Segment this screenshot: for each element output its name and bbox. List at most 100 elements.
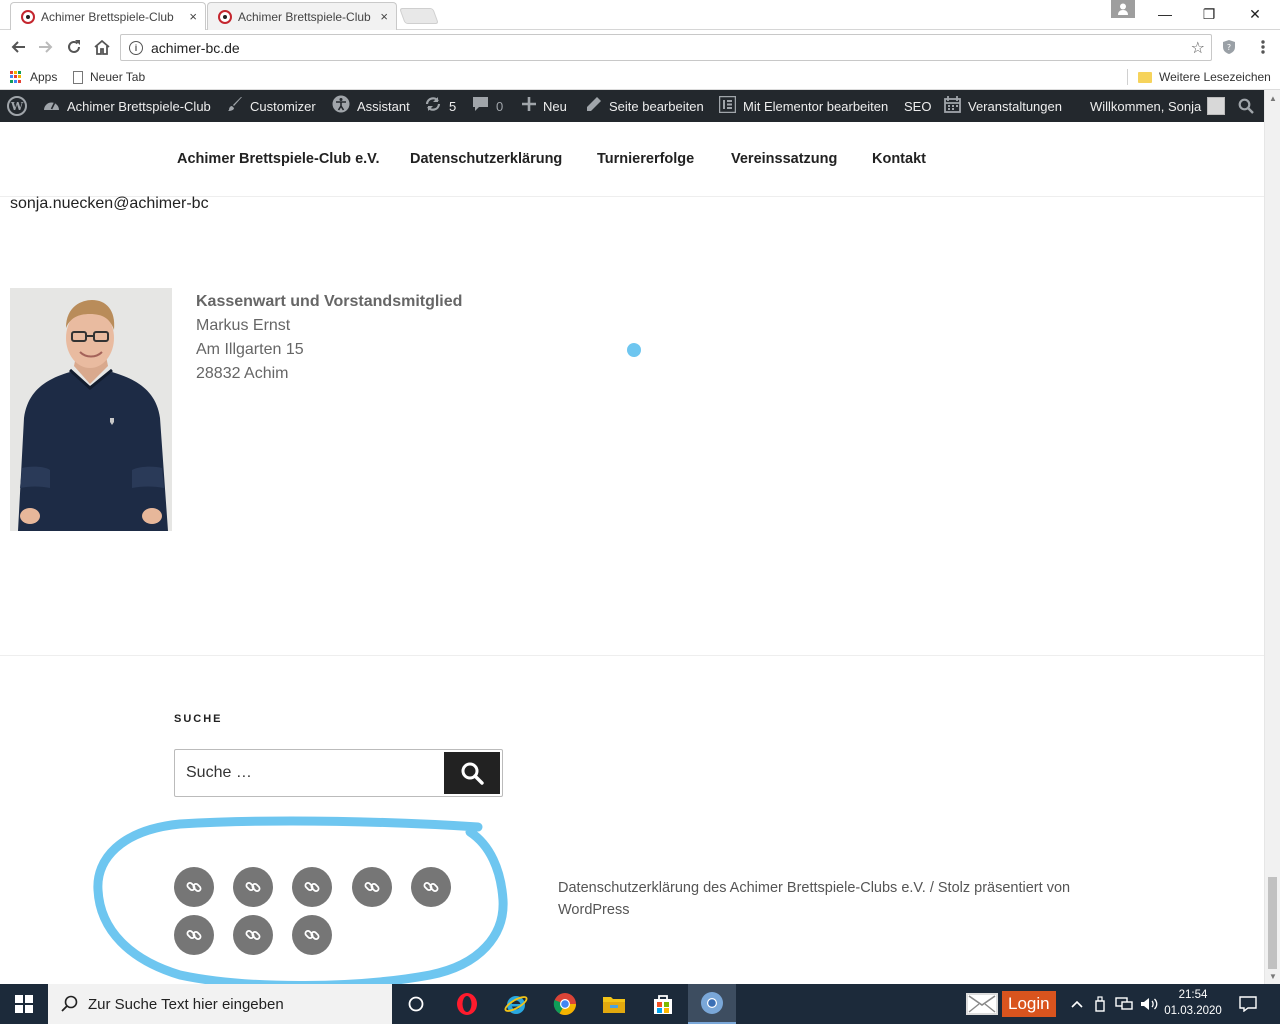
chrome-icon[interactable] xyxy=(541,984,589,1024)
minimize-button[interactable]: — xyxy=(1143,0,1187,28)
search-input[interactable] xyxy=(175,750,443,796)
footer-divider xyxy=(0,655,1264,656)
adminbar-assistant[interactable]: Assistant xyxy=(332,90,410,122)
wp-logo-icon[interactable]: W xyxy=(7,90,27,122)
nav-item-kontakt[interactable]: Kontakt xyxy=(872,151,926,167)
social-link-5[interactable] xyxy=(411,867,451,907)
browser-tab-2[interactable]: Achimer Brettspiele-Club × xyxy=(207,2,397,30)
apps-grid-icon xyxy=(10,70,23,84)
social-link-4[interactable] xyxy=(352,867,392,907)
chain-link-icon xyxy=(245,930,261,940)
home-icon[interactable] xyxy=(91,36,113,58)
taskbar-search-input[interactable] xyxy=(88,995,378,1013)
social-link-6[interactable] xyxy=(174,915,214,955)
maximize-button[interactable]: ❐ xyxy=(1187,0,1231,28)
dashboard-icon xyxy=(43,97,60,116)
close-window-button[interactable]: ✕ xyxy=(1233,0,1277,28)
adminbar-updates[interactable]: 5 xyxy=(424,90,456,122)
contact-email[interactable]: sonja.nuecken@achimer-bc xyxy=(10,195,209,213)
volume-icon[interactable] xyxy=(1139,984,1159,1024)
accessibility-icon xyxy=(332,95,350,117)
comment-bubble-icon xyxy=(472,96,489,116)
search-submit-button[interactable] xyxy=(444,752,500,794)
bookmark-new-tab[interactable]: Neuer Tab xyxy=(73,68,145,86)
forward-icon[interactable] xyxy=(35,36,57,58)
file-explorer-icon[interactable] xyxy=(590,984,638,1024)
nav-item-home[interactable]: Achimer Brettspiele-Club e.V. xyxy=(177,151,380,167)
social-link-1[interactable] xyxy=(174,867,214,907)
extension-shield-icon[interactable]: ? xyxy=(1218,36,1240,58)
updates-count: 5 xyxy=(449,98,457,114)
usb-device-icon[interactable] xyxy=(1092,984,1108,1024)
menu-kebab-icon[interactable] xyxy=(1252,36,1274,58)
calendar-icon xyxy=(944,95,961,117)
member-contact-card: Kassenwart und Vorstandsmitglied Markus … xyxy=(196,290,462,386)
privacy-policy-link[interactable]: Datenschutzerklärung des Achimer Brettsp… xyxy=(558,880,926,896)
site-info-separator: / xyxy=(929,880,934,896)
nav-item-datenschutz[interactable]: Datenschutzerklärung xyxy=(410,151,562,167)
tab-close-icon[interactable]: × xyxy=(380,9,388,24)
chain-link-icon xyxy=(423,882,439,892)
site-info-icon[interactable]: i xyxy=(129,40,143,55)
network-icon[interactable] xyxy=(1114,984,1134,1024)
search-icon xyxy=(461,762,484,785)
adminbar-customizer[interactable]: Customizer xyxy=(227,90,316,122)
login-tray-button[interactable]: Login xyxy=(1002,991,1056,1017)
nav-item-vereinssatzung[interactable]: Vereinssatzung xyxy=(731,151,837,167)
store-icon[interactable] xyxy=(639,984,687,1024)
social-link-8[interactable] xyxy=(292,915,332,955)
scroll-up-icon[interactable]: ▲ xyxy=(1265,90,1280,106)
search-icon xyxy=(61,995,78,1012)
tab-close-icon[interactable]: × xyxy=(189,9,197,24)
adminbar-events[interactable]: Veranstaltungen xyxy=(944,90,1062,122)
adminbar-site[interactable]: Achimer Brettspiele-Club xyxy=(43,90,211,122)
address-bar[interactable]: i achimer-bc.de ☆ xyxy=(120,34,1212,61)
task-view-icon[interactable] xyxy=(392,984,440,1024)
chain-link-icon xyxy=(304,882,320,892)
member-city: 28832 Achim xyxy=(196,365,289,382)
page-icon xyxy=(73,70,83,84)
start-button[interactable] xyxy=(0,984,48,1024)
updates-icon xyxy=(424,96,442,116)
adminbar-elementor[interactable]: Mit Elementor bearbeiten xyxy=(718,90,888,122)
pencil-icon xyxy=(586,96,602,116)
adminbar-new[interactable]: Neu xyxy=(522,90,567,122)
adminbar-seo[interactable]: SEO xyxy=(904,90,931,122)
page-scrollbar[interactable]: ▲ ▼ xyxy=(1264,90,1280,984)
adminbar-search-icon[interactable] xyxy=(1238,90,1254,122)
chain-link-icon xyxy=(304,930,320,940)
nav-item-turniererfolge[interactable]: Turniererfolge xyxy=(597,151,694,167)
back-icon[interactable] xyxy=(7,36,29,58)
bookmark-other-folder[interactable]: Weitere Lesezeichen xyxy=(1138,68,1271,86)
reload-icon[interactable] xyxy=(63,36,85,58)
profile-icon[interactable] xyxy=(1111,0,1135,18)
adminbar-new-label: Neu xyxy=(543,98,567,114)
scrollbar-thumb[interactable] xyxy=(1268,877,1277,969)
adminbar-seo-label: SEO xyxy=(904,98,932,114)
chain-link-icon xyxy=(364,882,380,892)
wp-admin-bar: W Achimer Brettspiele-Club Customizer As… xyxy=(0,90,1264,122)
internet-explorer-icon[interactable] xyxy=(492,984,540,1024)
bookmark-star-icon[interactable]: ☆ xyxy=(1191,38,1205,58)
plus-icon xyxy=(522,97,536,115)
browser-tab-1[interactable]: Achimer Brettspiele-Club × xyxy=(10,2,206,30)
adminbar-comments[interactable]: 0 xyxy=(472,90,503,122)
social-link-7[interactable] xyxy=(233,915,273,955)
browser-toolbar: i achimer-bc.de ☆ ? xyxy=(0,31,1280,64)
taskbar-search[interactable] xyxy=(48,984,392,1024)
svg-text:?: ? xyxy=(1227,43,1231,52)
adminbar-my-account[interactable]: Willkommen, Sonja xyxy=(1090,90,1226,122)
taskbar-clock[interactable]: 21:54 01.03.2020 xyxy=(1160,987,1226,1019)
chrome-active-icon[interactable] xyxy=(688,984,736,1024)
social-link-3[interactable] xyxy=(292,867,332,907)
bookmark-apps[interactable]: Apps xyxy=(10,68,57,86)
new-tab-button[interactable] xyxy=(399,8,439,24)
social-link-2[interactable] xyxy=(233,867,273,907)
tray-expand-chevron-icon[interactable] xyxy=(1068,984,1086,1024)
adminbar-edit-page[interactable]: Seite bearbeiten xyxy=(586,90,704,122)
member-photo xyxy=(10,288,172,531)
mail-tray-icon[interactable] xyxy=(966,993,998,1015)
scroll-down-icon[interactable]: ▼ xyxy=(1265,968,1280,984)
notification-center-icon[interactable] xyxy=(1234,984,1262,1024)
opera-icon[interactable] xyxy=(443,984,491,1024)
